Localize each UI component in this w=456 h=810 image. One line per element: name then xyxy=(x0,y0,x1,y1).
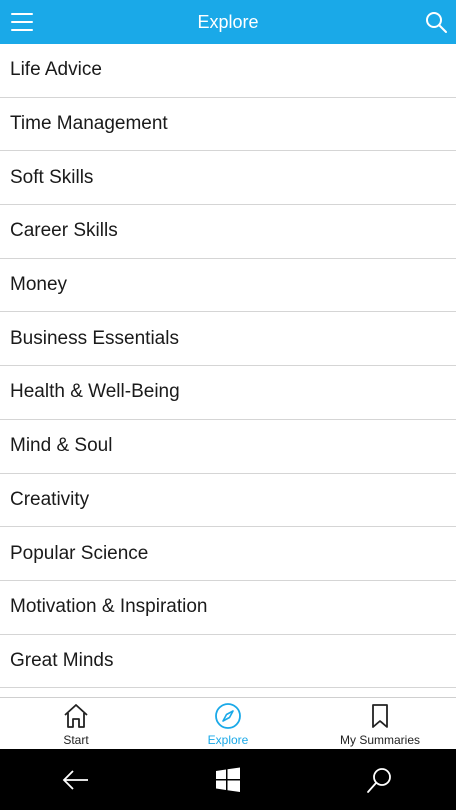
nav-start-label: Start xyxy=(63,733,89,747)
nav-my-summaries-label: My Summaries xyxy=(339,733,420,747)
system-home-button[interactable] xyxy=(208,760,248,800)
nav-explore[interactable]: Explore xyxy=(152,698,304,749)
home-icon xyxy=(64,704,88,728)
system-navigation-bar xyxy=(0,749,456,810)
category-item[interactable]: Money xyxy=(0,259,456,313)
category-item[interactable]: Health & Well-Being xyxy=(0,366,456,420)
category-item[interactable]: Great Minds xyxy=(0,635,456,689)
category-item[interactable]: Career Skills xyxy=(0,205,456,259)
system-back-button[interactable] xyxy=(56,760,96,800)
category-item[interactable]: Soft Skills xyxy=(0,151,456,206)
page-title: Explore xyxy=(197,11,259,32)
hamburger-menu-button[interactable] xyxy=(10,11,34,33)
bookmark-icon xyxy=(372,704,388,728)
category-item[interactable]: Mind & Soul xyxy=(0,420,456,474)
category-item[interactable]: Business Essentials xyxy=(0,312,456,367)
hamburger-icon xyxy=(11,13,33,15)
bottom-navigation: Start Explore My Summaries xyxy=(0,697,456,749)
category-item[interactable]: Motivation & Inspiration xyxy=(0,581,456,635)
nav-explore-label: Explore xyxy=(207,733,249,747)
nav-start[interactable]: Start xyxy=(0,698,152,749)
nav-my-summaries[interactable]: My Summaries xyxy=(304,698,456,749)
back-arrow-icon xyxy=(62,769,88,790)
category-item[interactable]: Time Management xyxy=(0,98,456,152)
category-item[interactable]: Creativity xyxy=(0,474,456,528)
search-icon xyxy=(426,12,447,33)
category-item[interactable]: Popular Science xyxy=(0,527,456,581)
windows-logo-icon xyxy=(216,767,240,792)
category-list: Life Advice Time Management Soft Skills … xyxy=(0,44,456,697)
app-header: Explore xyxy=(0,0,456,44)
system-search-button[interactable] xyxy=(360,760,400,800)
app-window: Explore Life Advice Time Management Soft… xyxy=(0,0,456,810)
search-button[interactable] xyxy=(424,10,448,34)
category-item[interactable]: Life Advice xyxy=(0,44,456,98)
compass-icon xyxy=(215,703,241,729)
search-icon xyxy=(367,767,391,793)
